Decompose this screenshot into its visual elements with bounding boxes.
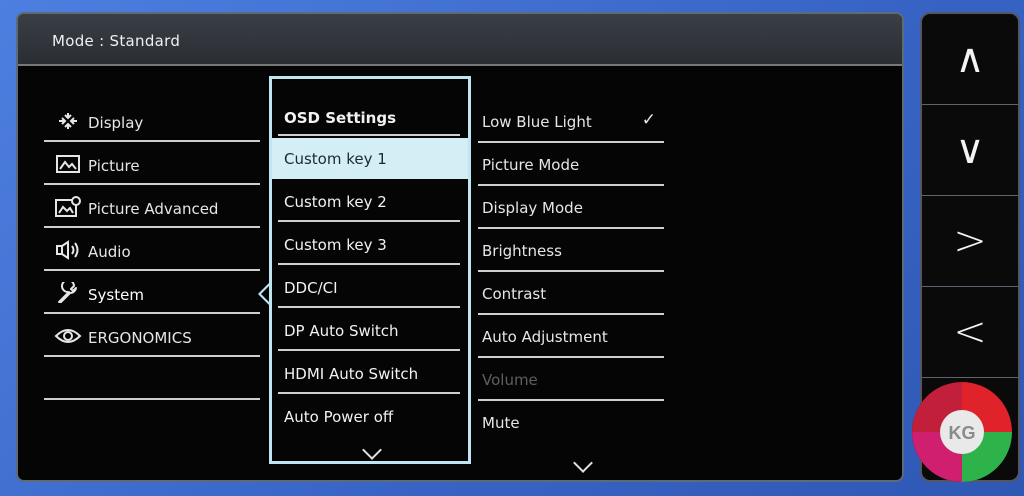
submenu-label: Custom key 2	[284, 193, 387, 211]
category-picture[interactable]: Picture	[44, 145, 260, 185]
option-label: Brightness	[482, 242, 562, 260]
category-label: Picture	[88, 157, 140, 175]
submenu-item-osd-settings[interactable]: OSD Settings	[278, 79, 460, 136]
down-key-icon[interactable]: ∨	[922, 105, 1018, 196]
submenu-scroll-down-icon[interactable]	[362, 440, 382, 460]
option-brightness[interactable]: Brightness	[478, 231, 664, 272]
option-picture-mode[interactable]: Picture Mode	[478, 145, 664, 186]
submenu-item-custom-key-1[interactable]: Custom key 1	[272, 138, 468, 179]
option-label: Picture Mode	[482, 156, 580, 174]
category-ergonomics[interactable]: ERGONOMICS	[44, 317, 260, 357]
submenu-label: DP Auto Switch	[284, 322, 399, 340]
submenu-label: OSD Settings	[284, 109, 397, 127]
picture-icon	[54, 153, 82, 175]
submenu-item-auto-power-off[interactable]: Auto Power off	[278, 396, 460, 437]
option-label: Mute	[482, 414, 520, 432]
mode-label: Mode : Standard	[52, 32, 181, 50]
left-key-icon[interactable]: <	[922, 287, 1018, 378]
category-label: ERGONOMICS	[88, 329, 192, 347]
system-wrench-icon	[54, 282, 82, 304]
category-system[interactable]: System	[44, 274, 260, 314]
category-label: Audio	[88, 243, 131, 261]
submenu-label: DDC/CI	[284, 279, 338, 297]
submenu-item-custom-key-3[interactable]: Custom key 3	[278, 224, 460, 265]
category-label: Display	[88, 114, 144, 132]
kg-watermark-logo: KG	[900, 374, 1024, 490]
submenu-item-dp-auto-switch[interactable]: DP Auto Switch	[278, 310, 460, 351]
options-scroll-down-icon[interactable]	[573, 453, 593, 473]
category-display[interactable]: Display	[44, 102, 260, 142]
option-auto-adjustment[interactable]: Auto Adjustment	[478, 317, 664, 358]
option-label: Contrast	[482, 285, 547, 303]
option-label: Volume	[482, 371, 538, 389]
mode-bar: Mode : Standard	[18, 14, 902, 66]
option-mute[interactable]: Mute	[478, 403, 664, 444]
category-audio[interactable]: Audio	[44, 231, 260, 271]
picture-advanced-icon	[54, 196, 82, 218]
submenu-label: HDMI Auto Switch	[284, 365, 419, 383]
category-empty	[44, 360, 260, 400]
option-low-blue-light[interactable]: Low Blue Light ✓	[478, 102, 664, 143]
category-picture-advanced[interactable]: Picture Advanced	[44, 188, 260, 228]
system-submenu: OSD Settings Custom key 1 Custom key 2 C…	[269, 76, 471, 464]
display-icon	[54, 110, 82, 132]
submenu-item-ddc-ci[interactable]: DDC/CI	[278, 267, 460, 308]
audio-icon	[54, 239, 82, 261]
right-key-icon[interactable]: >	[922, 196, 1018, 287]
option-label: Low Blue Light	[482, 113, 592, 131]
submenu-item-custom-key-2[interactable]: Custom key 2	[278, 181, 460, 222]
submenu-label: Auto Power off	[284, 408, 394, 426]
checkmark-icon: ✓	[641, 110, 656, 130]
eye-icon	[54, 325, 82, 347]
option-volume: Volume	[478, 360, 664, 401]
submenu-label: Custom key 3	[284, 236, 387, 254]
category-label: Picture Advanced	[88, 200, 219, 218]
osd-menu: Mode : Standard Display Picture Picture …	[16, 12, 904, 482]
category-list: Display Picture Picture Advanced Audio S…	[44, 102, 260, 403]
submenu-label: Custom key 1	[284, 150, 387, 168]
submenu-item-hdmi-auto-switch[interactable]: HDMI Auto Switch	[278, 353, 460, 394]
option-contrast[interactable]: Contrast	[478, 274, 664, 315]
option-label: Display Mode	[482, 199, 583, 217]
option-display-mode[interactable]: Display Mode	[478, 188, 664, 229]
category-label: System	[88, 286, 144, 304]
custom-key-options: Low Blue Light ✓ Picture Mode Display Mo…	[478, 102, 664, 473]
svg-text:KG: KG	[949, 423, 976, 443]
option-label: Auto Adjustment	[482, 328, 608, 346]
up-key-icon[interactable]: ∧	[922, 14, 1018, 105]
